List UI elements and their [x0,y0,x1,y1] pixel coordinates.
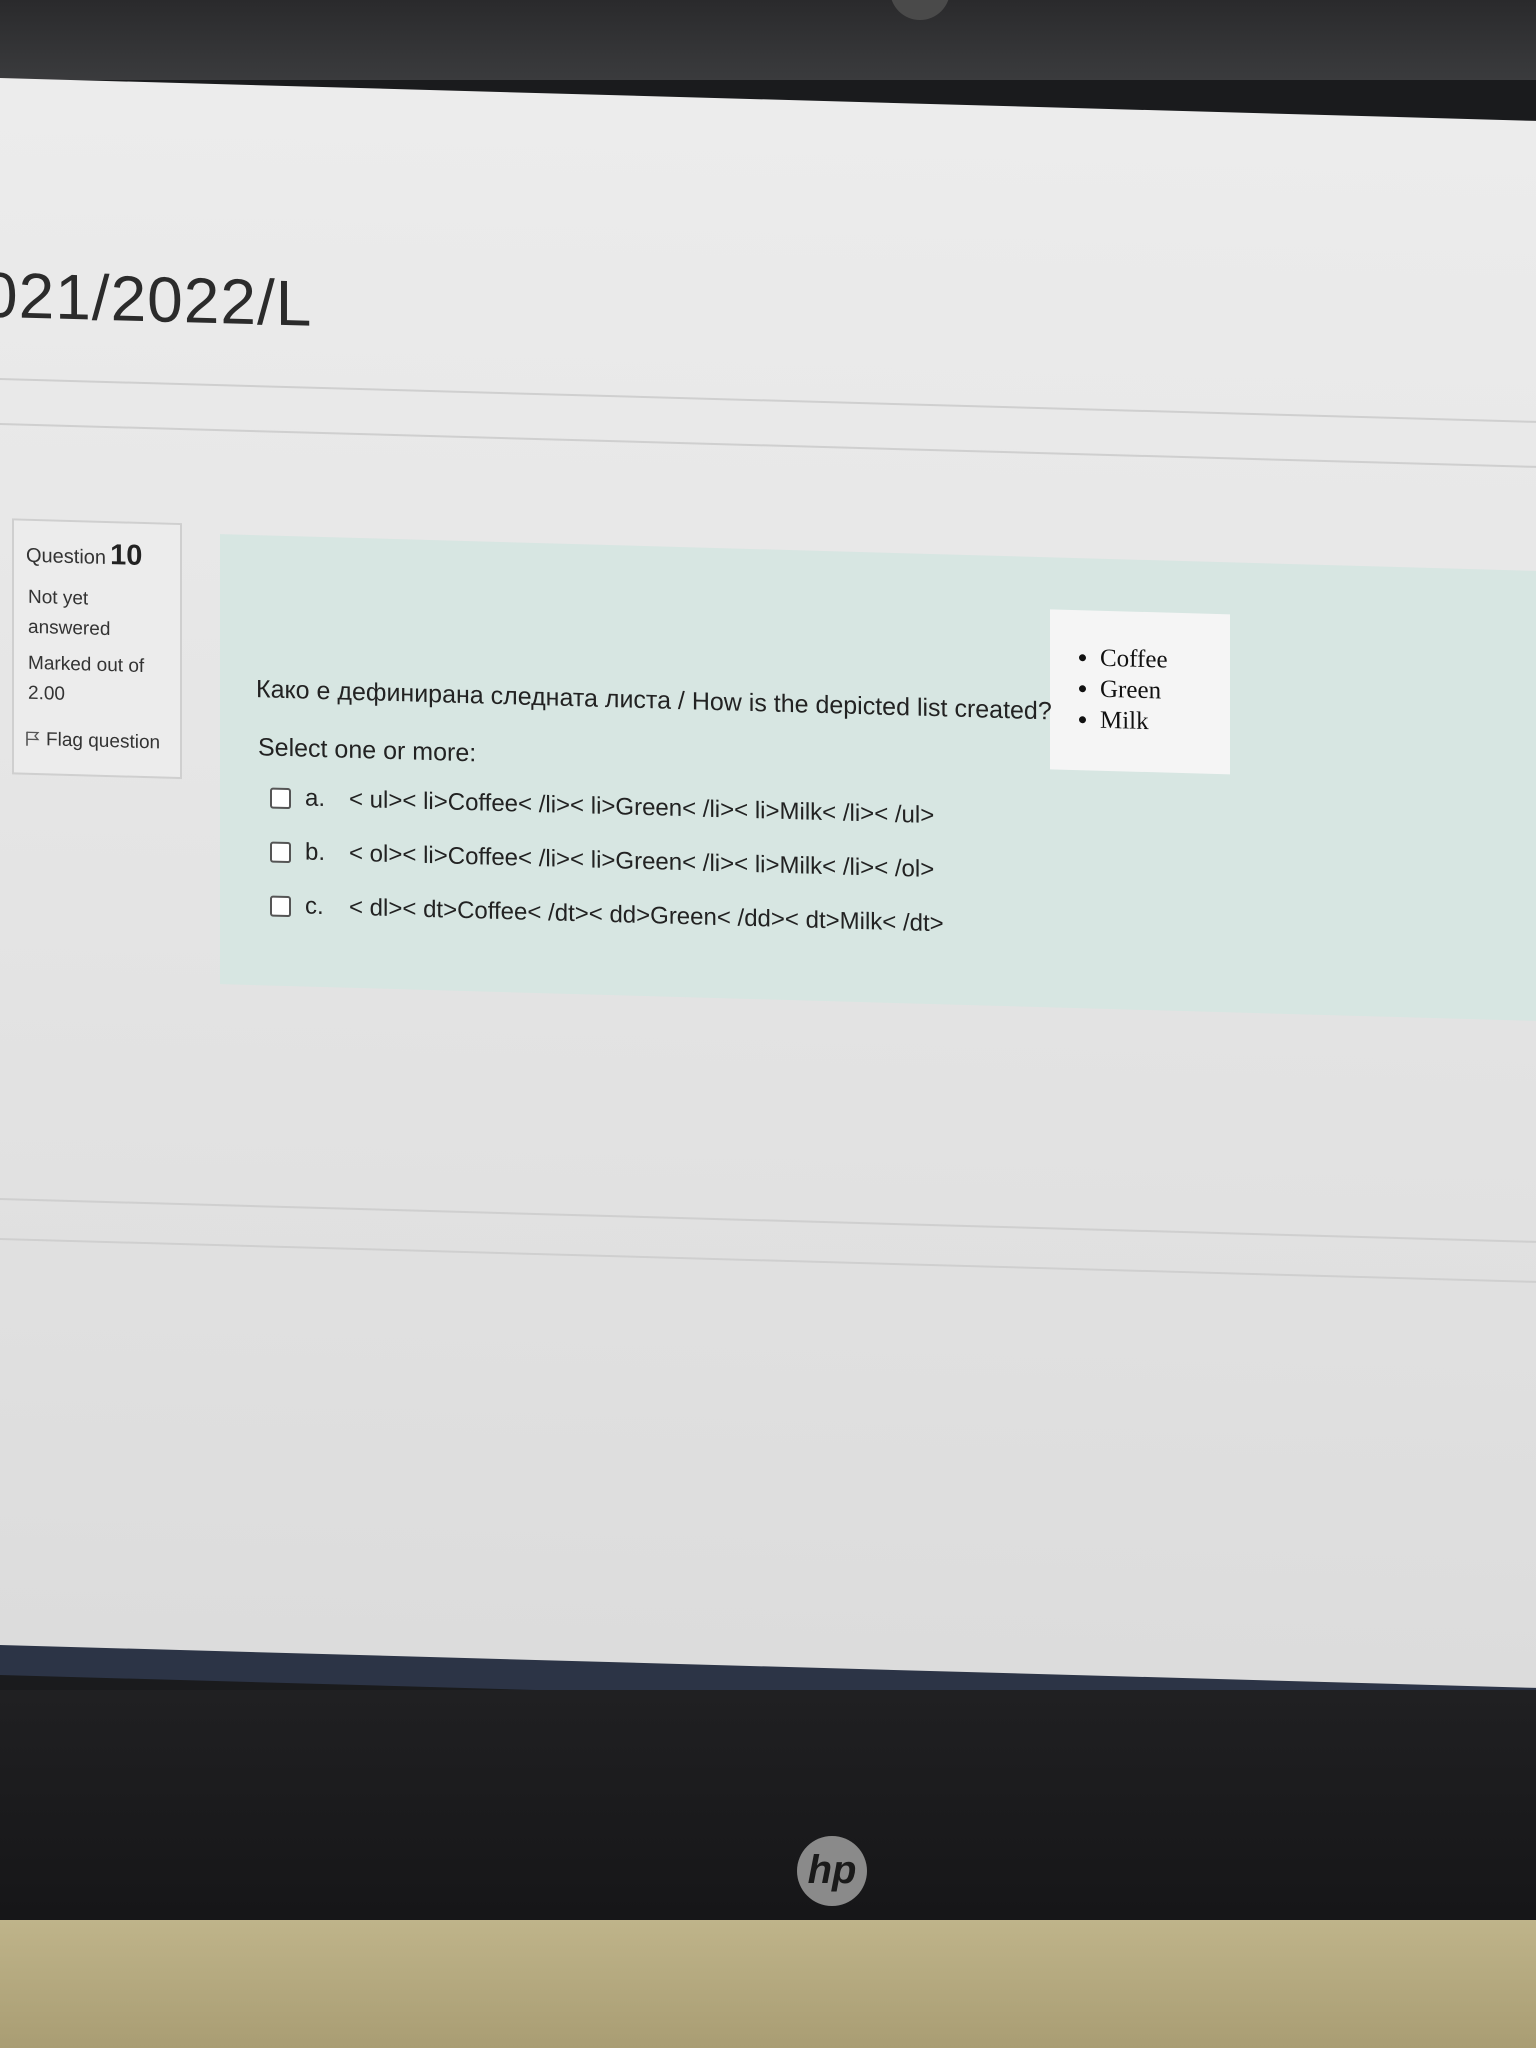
list-item: Green [1100,674,1230,709]
answer-letter: b. [305,838,326,867]
question-content: Coffee Green Milk Како е дефинирана след… [220,534,1536,1022]
answer-letter: c. [305,892,324,921]
list-item: Coffee [1100,643,1230,678]
divider [0,1238,1536,1283]
flag-icon [26,731,40,746]
hp-logo: hp [797,1836,867,1906]
select-instruction: Select one or more: [258,733,477,768]
divider [0,1198,1536,1243]
laptop-bezel-bottom [0,1690,1536,1940]
answer-text: < dl>< dt>Coffee< /dt>< dd>Green< /dd>< … [349,893,944,938]
course-title: 021/2022/L [0,258,313,340]
question-number: Question 10 [26,539,143,572]
flag-question-link[interactable]: Flag question [26,729,160,755]
answer-letter: a. [305,784,326,813]
question-state: Not yet answered [28,586,111,641]
depicted-list-image: Coffee Green Milk [1050,609,1230,775]
answer-checkbox[interactable] [270,895,291,917]
question-prompt: Како е дефинирана следната листа / How i… [256,675,1052,726]
divider [0,378,1536,423]
question-grade: Marked out of 2.00 [28,652,145,705]
answer-checkbox[interactable] [270,787,291,809]
answer-checkbox[interactable] [270,841,291,863]
divider [0,423,1536,468]
answer-option-b[interactable]: b. < ol>< li>Coffee< /li>< li>Green< /li… [270,838,934,885]
laptop-chassis [0,1920,1536,2048]
answer-text: < ol>< li>Coffee< /li>< li>Green< /li>< … [349,839,935,884]
answer-option-a[interactable]: a. < ul>< li>Coffee< /li>< li>Green< /li… [270,784,934,831]
webcam [890,0,950,20]
laptop-bezel-top [0,0,1536,80]
answer-option-c[interactable]: c. < dl>< dt>Coffee< /dt>< dd>Green< /dd… [270,892,944,939]
list-item: Milk [1100,705,1230,740]
browser-viewport: 021/2022/L Question 10 Not yet answered M… [0,78,1536,1701]
question-info-panel: Question 10 Not yet answered Marked out o… [12,518,182,780]
answer-text: < ul>< li>Coffee< /li>< li>Green< /li>< … [349,785,935,830]
